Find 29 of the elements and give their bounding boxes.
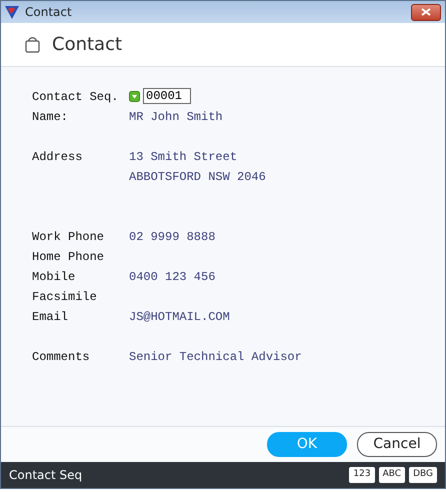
cancel-button[interactable]: Cancel [357,432,437,457]
field-value: 02 9999 8888 [129,229,216,246]
field-label: Mobile [32,269,76,286]
window-title: Contact [25,4,72,21]
mode-indicator: DBG [409,467,437,483]
field-value: ABBOTSFORD NSW 2046 [129,169,266,186]
bag-icon [25,36,40,53]
field-value: JS@HOTMAIL.COM [129,309,230,326]
field-label: Contact Seq. [32,89,120,106]
mode-indicator: 123 [349,467,375,483]
field-label: Address [32,149,84,166]
mode-indicator: ABC [378,467,406,483]
field-label: Comments [32,349,91,366]
app-logo-icon [5,6,19,18]
field-value: 13 Smith Street [129,149,238,166]
close-icon [421,8,431,16]
close-button[interactable] [411,4,441,20]
page-title: Contact [52,33,122,57]
sequence-field[interactable]: 00001 [143,88,191,104]
field-label: Name: [32,109,70,126]
field-label: Email [32,309,70,326]
field-label: Home Phone [32,249,106,266]
field-label: Facsimile [32,289,98,306]
field-value: Senior Technical Advisor [129,349,302,366]
field-label: Work Phone [32,229,106,246]
dropdown-icon[interactable] [129,91,140,102]
field-value: 0400 123 456 [129,269,216,286]
field-value: MR John Smith [129,109,223,126]
status-text: Contact Seq [9,467,82,484]
